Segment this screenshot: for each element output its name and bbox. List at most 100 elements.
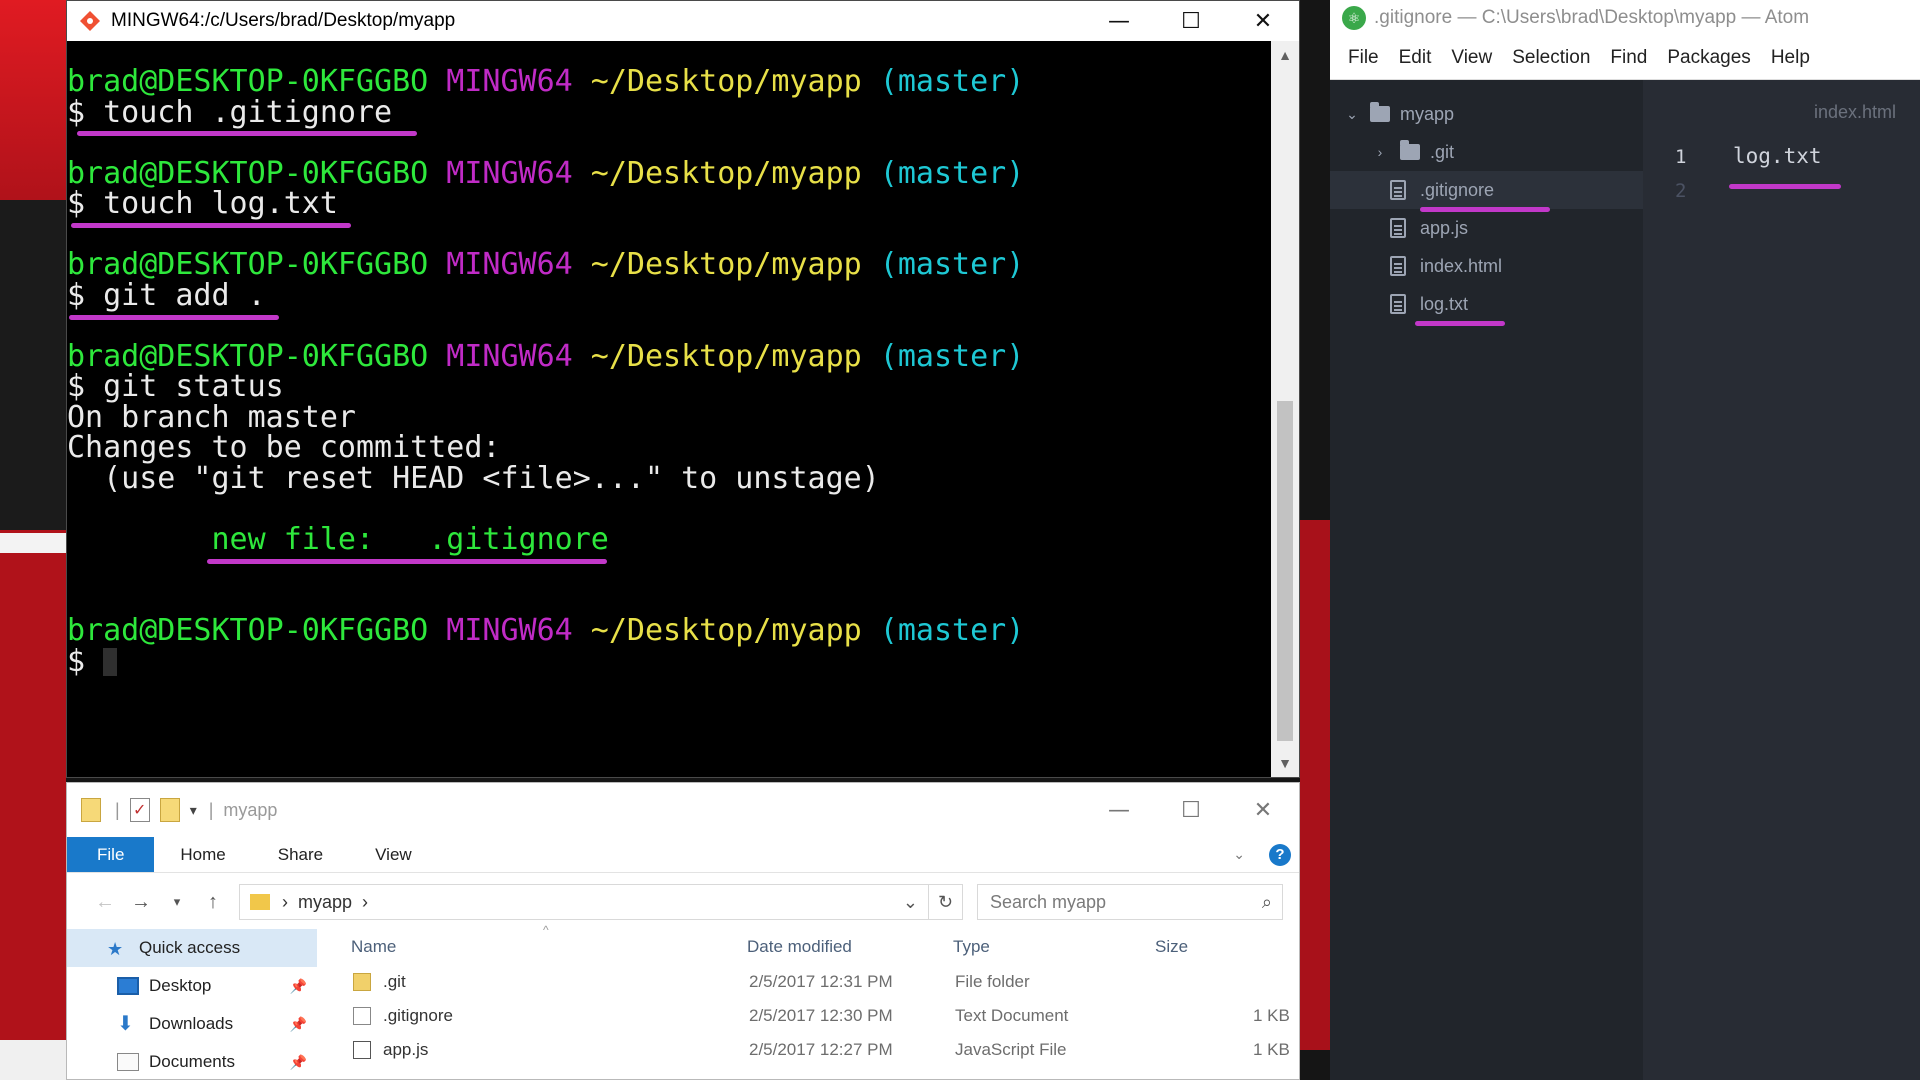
menu-file[interactable]: File bbox=[1338, 47, 1389, 69]
search-input[interactable]: Search myapp ⌕ bbox=[977, 884, 1283, 920]
sort-arrow-icon: ^ bbox=[543, 923, 549, 937]
back-icon[interactable]: ← bbox=[87, 891, 123, 914]
tab-share[interactable]: Share bbox=[252, 837, 349, 872]
menu-view[interactable]: View bbox=[1441, 47, 1502, 69]
prompt-line: brad@DESKTOP-0KFGGBO MINGW64 ~/Desktop/m… bbox=[67, 64, 1025, 99]
tree-root-myapp[interactable]: ⌄ myapp bbox=[1330, 95, 1643, 133]
atom-icon: ⚛ bbox=[1342, 6, 1366, 30]
javascript-file-icon bbox=[353, 1041, 371, 1059]
nav-quick-access[interactable]: ★ Quick access bbox=[67, 929, 317, 967]
documents-icon bbox=[117, 1053, 139, 1071]
file-row[interactable]: .gitignore 2/5/2017 12:30 PM Text Docume… bbox=[347, 999, 1299, 1033]
tab-home[interactable]: Home bbox=[154, 837, 251, 872]
forward-icon[interactable]: → bbox=[123, 891, 159, 914]
menu-selection[interactable]: Selection bbox=[1502, 47, 1600, 69]
atom-menubar: File Edit View Selection Find Packages H… bbox=[1330, 36, 1920, 80]
scroll-down-icon[interactable]: ▼ bbox=[1271, 749, 1299, 777]
menu-help[interactable]: Help bbox=[1761, 47, 1820, 69]
recent-locations-icon[interactable]: ▾ bbox=[159, 894, 195, 910]
tree-view: ⌄ myapp › .git .gitignore app.js index.h… bbox=[1330, 80, 1643, 1080]
address-bar[interactable]: › myapp › ⌄ ↻ bbox=[239, 884, 963, 920]
pin-icon[interactable]: 📌 bbox=[290, 1016, 307, 1033]
scroll-up-icon[interactable]: ▲ bbox=[1271, 41, 1299, 69]
prompt-line: brad@DESKTOP-0KFGGBO MINGW64 ~/Desktop/m… bbox=[67, 338, 1025, 374]
up-icon[interactable]: ↑ bbox=[195, 891, 231, 914]
explorer-window[interactable]: | ✓ ▾ | myapp — ☐ ✕ File Home Share View… bbox=[66, 782, 1300, 1080]
tab-view[interactable]: View bbox=[349, 837, 438, 872]
atom-titlebar[interactable]: ⚛ .gitignore — C:\Users\brad\Desktop\mya… bbox=[1330, 0, 1920, 36]
maximize-button[interactable]: ☐ bbox=[1155, 1, 1227, 41]
background-white-strip bbox=[0, 533, 66, 553]
minimize-button[interactable]: — bbox=[1083, 783, 1155, 837]
file-text-icon bbox=[1390, 294, 1406, 314]
tab-file[interactable]: File bbox=[67, 837, 155, 872]
nav-documents[interactable]: Documents 📌 bbox=[67, 1043, 317, 1080]
text-document-icon bbox=[353, 1007, 371, 1025]
file-row[interactable]: .git 2/5/2017 12:31 PM File folder bbox=[347, 965, 1299, 999]
editor-pane[interactable]: index.html 1 log.txt 2 bbox=[1643, 80, 1920, 1080]
terminal-title: MINGW64:/c/Users/brad/Desktop/myapp bbox=[111, 10, 456, 31]
tree-item-gitignore[interactable]: .gitignore bbox=[1330, 171, 1643, 212]
expand-ribbon-icon[interactable]: ⌄ bbox=[1233, 846, 1245, 863]
output-line: (use "git reset HEAD <file>..." to unsta… bbox=[67, 460, 880, 496]
terminal-titlebar[interactable]: MINGW64:/c/Users/brad/Desktop/myapp — ☐ … bbox=[67, 1, 1299, 41]
properties-icon[interactable]: ✓ bbox=[129, 798, 150, 822]
column-name[interactable]: Name bbox=[351, 937, 396, 957]
command-line: $ git status bbox=[67, 369, 284, 404]
command-line: $ touch log.txt bbox=[67, 188, 1271, 228]
chevron-down-icon[interactable]: ⌄ bbox=[903, 892, 928, 913]
scrollbar-thumb[interactable] bbox=[1277, 401, 1293, 741]
close-button[interactable]: ✕ bbox=[1227, 1, 1299, 41]
minimize-button[interactable]: — bbox=[1083, 1, 1155, 41]
file-row[interactable]: app.js 2/5/2017 12:27 PM JavaScript File… bbox=[347, 1033, 1299, 1067]
atom-window[interactable]: ⚛ .gitignore — C:\Users\brad\Desktop\mya… bbox=[1330, 0, 1920, 1080]
tree-item-app-js[interactable]: app.js bbox=[1330, 209, 1643, 247]
code-line[interactable]: log.txt bbox=[1733, 144, 1822, 168]
nav-desktop[interactable]: Desktop 📌 bbox=[67, 967, 317, 1005]
terminal-output[interactable]: brad@DESKTOP-0KFGGBO MINGW64 ~/Desktop/m… bbox=[67, 41, 1271, 777]
command-line: $ git add . bbox=[67, 280, 1271, 320]
tab-index-html[interactable]: index.html bbox=[1814, 102, 1896, 123]
column-date-modified[interactable]: Date modified bbox=[747, 937, 852, 957]
nav-downloads[interactable]: ⬇ Downloads 📌 bbox=[67, 1005, 317, 1043]
folder-icon bbox=[250, 894, 270, 910]
desktop: MINGW64:/c/Users/brad/Desktop/myapp — ☐ … bbox=[0, 0, 1920, 1080]
tree-item-index-html[interactable]: index.html bbox=[1330, 247, 1643, 285]
tree-item-log-txt[interactable]: log.txt bbox=[1330, 285, 1643, 326]
menu-packages[interactable]: Packages bbox=[1657, 47, 1760, 69]
help-icon[interactable]: ? bbox=[1269, 843, 1291, 866]
menu-edit[interactable]: Edit bbox=[1389, 47, 1442, 69]
terminal-scrollbar[interactable]: ▲ ▼ bbox=[1271, 41, 1299, 777]
new-folder-icon[interactable] bbox=[159, 798, 180, 822]
menu-find[interactable]: Find bbox=[1600, 47, 1657, 69]
pin-icon[interactable]: 📌 bbox=[290, 1054, 307, 1071]
maximize-button[interactable]: ☐ bbox=[1155, 783, 1227, 837]
breadcrumb-myapp[interactable]: myapp bbox=[298, 892, 352, 913]
column-type[interactable]: Type bbox=[953, 937, 990, 957]
folder-icon bbox=[353, 973, 371, 991]
folder-icon bbox=[1370, 102, 1390, 122]
explorer-titlebar[interactable]: | ✓ ▾ | myapp — ☐ ✕ bbox=[67, 783, 1299, 837]
annotation-underline bbox=[1415, 321, 1505, 326]
refresh-icon[interactable]: ↻ bbox=[928, 885, 962, 919]
navigation-pane: ★ Quick access Desktop 📌 ⬇ Downloads 📌 D… bbox=[67, 929, 317, 1079]
terminal-window[interactable]: MINGW64:/c/Users/brad/Desktop/myapp — ☐ … bbox=[66, 0, 1300, 778]
file-text-icon bbox=[1390, 256, 1406, 276]
folder-icon bbox=[81, 798, 101, 822]
close-button[interactable]: ✕ bbox=[1227, 783, 1299, 837]
line-number: 2 bbox=[1675, 180, 1687, 202]
column-size[interactable]: Size bbox=[1155, 937, 1188, 957]
file-text-icon bbox=[1390, 180, 1406, 200]
input-line[interactable]: $ bbox=[67, 646, 1271, 678]
background-dark-strip bbox=[0, 200, 66, 530]
tree-item-git[interactable]: › .git bbox=[1330, 133, 1643, 171]
prompt-line: brad@DESKTOP-0KFGGBO MINGW64 ~/Desktop/m… bbox=[67, 155, 1025, 191]
download-icon: ⬇ bbox=[117, 1013, 134, 1035]
annotation-underline bbox=[1729, 184, 1841, 189]
prompt-line: brad@DESKTOP-0KFGGBO MINGW64 ~/Desktop/m… bbox=[67, 247, 1025, 282]
search-icon: ⌕ bbox=[1261, 891, 1272, 912]
annotation-underline bbox=[71, 223, 351, 228]
dropdown-arrow-icon[interactable]: ▾ bbox=[190, 802, 197, 819]
desktop-icon bbox=[117, 977, 139, 995]
pin-icon[interactable]: 📌 bbox=[290, 978, 307, 995]
